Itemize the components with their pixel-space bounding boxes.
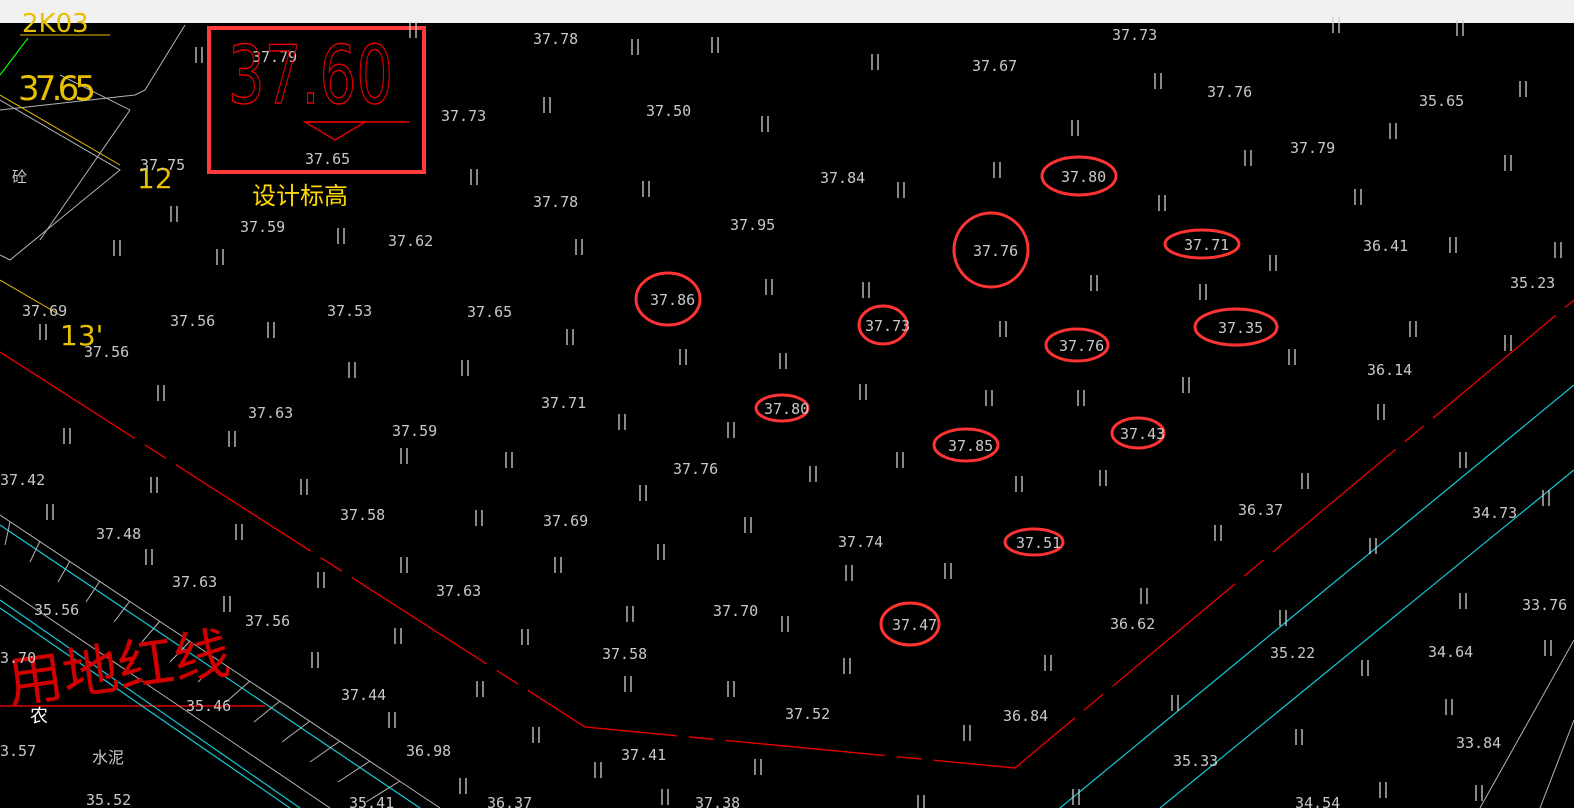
elevation-label: 37.44 [341,686,386,704]
elevation-label: 36.98 [406,742,451,760]
elevation-label: 37.41 [621,746,666,764]
elevation-label: 36.84 [1003,707,1048,725]
highlighted-elevation[interactable]: 37.35 [1193,307,1279,347]
elevation-label: 37.56 [84,343,129,361]
elevation-label: 37.50 [646,102,691,120]
elevation-label: 33.76 [1522,596,1567,614]
elevation-label: 35.65 [1419,92,1464,110]
elevation-label: 35.52 [86,791,131,808]
elevation-label: 35.33 [1173,752,1218,770]
elevation-label: 33.84 [1456,734,1501,752]
elevation-label: 37.73 [441,107,486,125]
elevation-label: 37.63 [248,404,293,422]
elevation-label: 34.73 [1472,504,1517,522]
elevation-label: 37.56 [170,312,215,330]
highlighted-elevation-label: 37.76 [973,242,1018,260]
elevation-label: 37.59 [392,422,437,440]
elevation-label: 37.59 [240,218,285,236]
elevation-label: 35.41 [349,794,394,808]
elevation-label: 35.56 [34,601,79,619]
label-building-number: 37.65 [18,69,96,109]
elevation-label: 37.62 [388,232,433,250]
elevation-label: 37.67 [972,57,1017,75]
elevation-label: 37.76 [673,460,718,478]
elevation-label: 37.79 [1290,139,1335,157]
highlighted-elevation-label: 37.35 [1218,319,1263,337]
highlighted-elevation-label: 37.80 [764,400,809,418]
cad-drawing-canvas[interactable]: 2K03 37.65 12 13' 砼 用地红线 农 水泥 37.79 37.6… [0,0,1574,808]
elevation-label: 35.22 [1270,644,1315,662]
label-top-partial: 2K03 [22,9,89,39]
elevation-label: 36.37 [487,794,532,808]
highlighted-elevation[interactable]: 37.43 [1110,416,1166,450]
label-cement: 水泥 [92,748,124,767]
elevation-label: 37.63 [172,573,217,591]
highlighted-elevation[interactable]: 37.80 [1040,155,1118,197]
elevation-label: 37.76 [1207,83,1252,101]
highlighted-elevation[interactable]: 37.73 [857,304,910,346]
legend-small-value: 37.65 [305,150,350,168]
elevation-label: 36.62 [1110,615,1155,633]
elevation-label: 37.52 [785,705,830,723]
elevation-label: 37.56 [245,612,290,630]
elevation-label: 37.69 [543,512,588,530]
embankment-line-3 [1479,639,1574,808]
elevation-label: 36.14 [1367,361,1412,379]
elevation-label: 37.63 [436,582,481,600]
elevation-label: 36.41 [1363,237,1408,255]
elevation-label: 37.65 [467,303,512,321]
highlighted-elevation[interactable]: 37.76 [952,211,1030,289]
elevation-label: 35.23 [1510,274,1555,292]
highlighted-elevation[interactable]: 37.47 [879,601,941,647]
elevation-label: 37.75 [140,156,185,174]
legend-big-value: 37.60 [228,29,393,122]
elevation-label: 37.58 [602,645,647,663]
elevation-label: 37.38 [695,794,740,808]
highlighted-elevation-label: 37.76 [1059,337,1104,355]
building-edge-2 [39,109,131,241]
elevation-label: 37.48 [96,525,141,543]
elevation-label: 37.71 [541,394,586,412]
highlighted-elevation[interactable]: 37.80 [754,393,810,423]
elevation-label: 37.78 [533,193,578,211]
elevation-label: 37.74 [838,533,883,551]
elevation-label: 37.42 [0,471,45,489]
highlighted-elevation-label: 37.47 [892,616,937,634]
highlighted-elevation[interactable]: 37.71 [1163,228,1241,260]
elevation-label: 34.64 [1428,643,1473,661]
elevation-label: 37.70 [713,602,758,620]
highlighted-elevation-label: 37.43 [1120,425,1165,443]
elevation-label: 34.54 [1295,794,1340,808]
legend-caption: 设计标高 [252,182,348,210]
elevation-label: 3.57 [0,742,36,760]
highlighted-elevation-label: 37.86 [650,291,695,309]
elevation-label: 37.95 [730,216,775,234]
highlighted-elevation[interactable]: 37.85 [932,427,1000,463]
label-concrete: 砼 [12,168,27,186]
highlighted-elevation-label: 37.51 [1016,534,1061,552]
highlighted-elevation[interactable]: 37.76 [1044,327,1110,363]
elevation-label: 37.73 [1112,26,1157,44]
elevation-label: 35.46 [186,697,231,715]
legend-design-elevation: 37.79 37.60 37.65 设计标高 [207,26,426,210]
highlighted-elevation-label: 37.80 [1061,168,1106,186]
elevation-label: 37.78 [533,30,578,48]
label-agri: 农 [30,706,48,727]
highlighted-elevation-label: 37.85 [948,437,993,455]
elevation-label: 37.69 [22,302,67,320]
elevation-label: 36.37 [1238,501,1283,519]
highlighted-elevation[interactable]: 37.86 [634,271,702,327]
elevation-label: 37.58 [340,506,385,524]
highlighted-elevation-label: 37.73 [865,317,910,335]
highlighted-elevation-label: 37.71 [1184,236,1229,254]
embankment-line-4 [1539,719,1574,808]
elevation-label: 37.53 [327,302,372,320]
elevation-label: 3.70 [0,649,36,667]
elevation-label: 37.84 [820,169,865,187]
highlighted-elevation[interactable]: 37.51 [1003,527,1065,557]
legend-triangle-marker [302,121,368,141]
